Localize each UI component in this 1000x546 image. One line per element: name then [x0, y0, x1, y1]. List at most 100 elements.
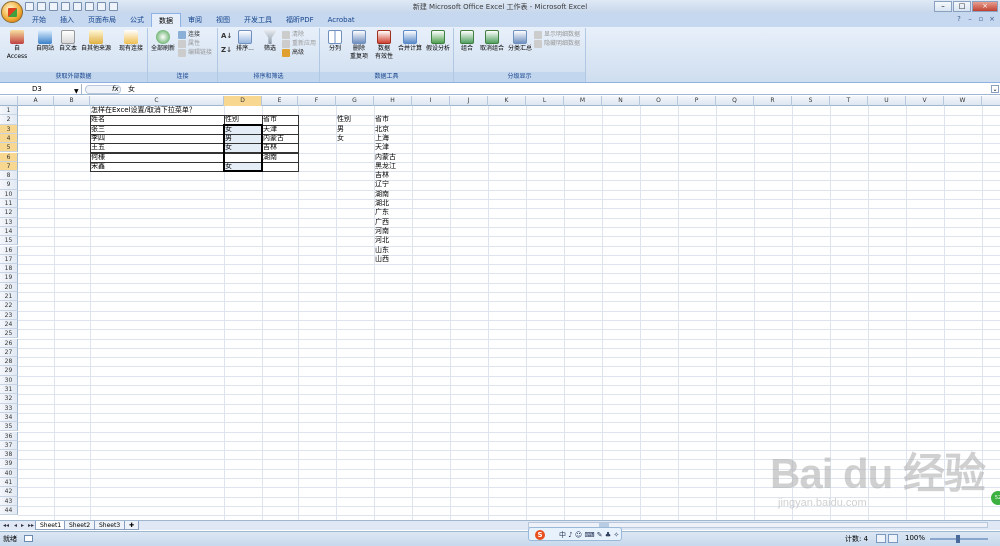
row-header[interactable]: 10	[0, 189, 18, 199]
province-list-item[interactable]: 山东	[374, 246, 412, 255]
column-header[interactable]: S	[792, 96, 830, 106]
row-header[interactable]: 6	[0, 152, 18, 162]
group-button[interactable]: 组合	[456, 30, 478, 53]
last-sheet-icon[interactable]: ▸▸	[28, 522, 34, 529]
column-header[interactable]: R	[754, 96, 792, 106]
row-header[interactable]: 28	[0, 357, 18, 367]
column-header[interactable]: W	[944, 96, 982, 106]
column-header[interactable]: C	[90, 96, 224, 106]
row-header[interactable]: 2	[0, 115, 18, 125]
sheet-tab[interactable]: Sheet3	[94, 521, 126, 530]
province-list-item[interactable]: 吉林	[374, 171, 412, 180]
workbook-close-icon[interactable]: ×	[988, 15, 996, 24]
row-header[interactable]: 41	[0, 478, 18, 488]
row-header[interactable]: 35	[0, 422, 18, 432]
row-header[interactable]: 37	[0, 440, 18, 451]
row-header[interactable]: 12	[0, 208, 18, 218]
column-header[interactable]: E	[262, 96, 298, 106]
row-header[interactable]: 13	[0, 217, 18, 227]
row-header[interactable]: 16	[0, 245, 18, 255]
row-header[interactable]: 27	[0, 347, 18, 358]
column-header[interactable]: O	[640, 96, 678, 106]
sort-za-icon[interactable]: Z↓	[221, 46, 232, 55]
sort-button[interactable]: 排序...	[233, 30, 257, 53]
advanced-button[interactable]: 高级	[282, 48, 304, 57]
selection-rectangle[interactable]	[223, 123, 263, 173]
page-layout-view-icon[interactable]	[888, 534, 898, 543]
maximize-button[interactable]: □	[953, 1, 971, 12]
column-header[interactable]: V	[906, 96, 944, 106]
prev-sheet-icon[interactable]: ◂	[14, 522, 17, 529]
ribbon-tab[interactable]: 页面布局	[81, 13, 123, 27]
row-header[interactable]: 25	[0, 329, 18, 339]
filter-button[interactable]: 筛选	[260, 30, 280, 53]
row-header[interactable]: 7	[0, 161, 18, 172]
column-header[interactable]: H	[374, 96, 412, 106]
data-validation-button[interactable]: 数据 有效性	[372, 30, 396, 61]
gender-list-item[interactable]: 女	[336, 134, 374, 143]
province-list-item[interactable]: 河北	[374, 236, 412, 245]
province-list-item[interactable]: 天津	[374, 143, 412, 152]
row-header[interactable]: 42	[0, 487, 18, 497]
row-header[interactable]: 18	[0, 264, 18, 274]
row-header[interactable]: 15	[0, 236, 18, 246]
row-header[interactable]: 4	[0, 133, 18, 144]
next-sheet-icon[interactable]: ▸	[21, 522, 24, 529]
formula-input[interactable]: 女	[128, 84, 135, 95]
ribbon-tab[interactable]: 插入	[53, 13, 81, 27]
province-list-item[interactable]: 广东	[374, 208, 412, 217]
row-header[interactable]: 31	[0, 385, 18, 395]
ime-buttons[interactable]: 中 ♪ ☺ ⌨ ✎ ♣ ✧	[559, 530, 619, 540]
sheet-tab[interactable]: Sheet2	[64, 521, 96, 530]
select-all-corner[interactable]	[0, 96, 18, 106]
ribbon-tab[interactable]: 开始	[25, 13, 53, 27]
row-header[interactable]: 22	[0, 301, 18, 311]
close-button[interactable]: ×	[972, 1, 998, 12]
row-header[interactable]: 3	[0, 124, 18, 134]
row-header[interactable]: 40	[0, 468, 18, 478]
ribbon-tab[interactable]: Acrobat	[321, 13, 362, 27]
sheet-heading[interactable]: 怎样在Excel设置/取消下拉菜单？	[90, 106, 224, 115]
ribbon-tab[interactable]: 福昕PDF	[279, 13, 321, 27]
from-web-button[interactable]: 自网站	[34, 30, 56, 53]
row-header[interactable]: 29	[0, 366, 18, 376]
column-header[interactable]: T	[830, 96, 868, 106]
from-text-button[interactable]: 自文本	[57, 30, 79, 53]
from-access-button[interactable]: 自 Access	[3, 30, 31, 61]
row-header[interactable]: 24	[0, 319, 18, 330]
row-header[interactable]: 19	[0, 273, 18, 283]
column-header[interactable]: B	[54, 96, 90, 106]
row-header[interactable]: 26	[0, 338, 18, 348]
province-list-item[interactable]: 北京	[374, 125, 412, 134]
province-list-item[interactable]: 上海	[374, 134, 412, 143]
column-header[interactable]: A	[18, 96, 54, 106]
macro-record-icon[interactable]	[24, 535, 33, 542]
help-icon[interactable]: ?	[955, 15, 963, 24]
workbook-restore-icon[interactable]: ▫	[977, 15, 985, 24]
row-header[interactable]: 43	[0, 496, 18, 506]
clear-button[interactable]: 清除	[282, 30, 304, 39]
column-header[interactable]: P	[678, 96, 716, 106]
hide-detail-button[interactable]: 隐藏明细数据	[534, 39, 580, 48]
ribbon-tab[interactable]: 视图	[209, 13, 237, 27]
workbook-minimize-icon[interactable]: –	[966, 15, 974, 24]
column-header[interactable]: J	[450, 96, 488, 106]
column-header[interactable]: N	[602, 96, 640, 106]
subtotal-button[interactable]: 分类汇总	[506, 30, 534, 53]
ribbon-tab[interactable]: 开发工具	[237, 13, 279, 27]
fx-icon[interactable]: fx	[112, 84, 119, 95]
ungroup-button[interactable]: 取消组合	[478, 30, 506, 53]
ribbon-tab[interactable]: 审阅	[181, 13, 209, 27]
province-list-header[interactable]: 省市	[374, 115, 412, 124]
name-box[interactable]: D3 ▼	[0, 84, 82, 95]
row-header[interactable]: 32	[0, 394, 18, 404]
province-list-item[interactable]: 山西	[374, 255, 412, 264]
zoom-level[interactable]: 100%	[905, 534, 925, 542]
text-to-columns-button[interactable]: 分列	[324, 30, 346, 53]
minimize-button[interactable]: –	[934, 1, 952, 12]
row-header[interactable]: 34	[0, 412, 18, 423]
row-header[interactable]: 1	[0, 106, 18, 116]
sort-az-icon[interactable]: A↓	[221, 32, 232, 41]
province-list-item[interactable]: 湖南	[374, 190, 412, 199]
show-detail-button[interactable]: 显示明细数据	[534, 30, 580, 39]
